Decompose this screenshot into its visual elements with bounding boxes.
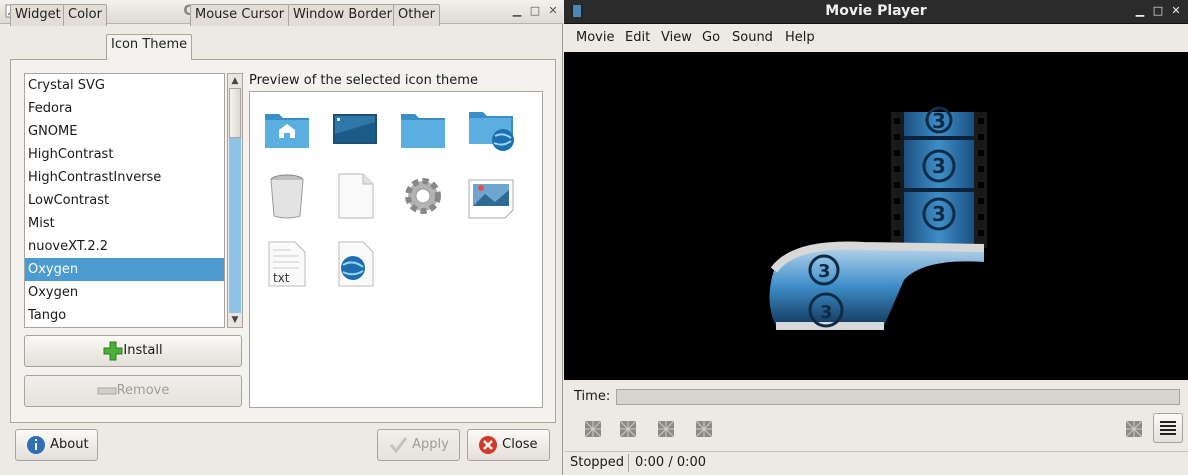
statusbar: Stopped 0:00 / 0:00 [564,451,1188,475]
folder-icon [401,114,445,148]
plus-icon [103,341,123,360]
list-item[interactable]: nuoveXT.2.2 [25,235,224,258]
fullscreen-icon[interactable] [695,420,713,438]
titlebar[interactable]: Movie Player ▁ □ ✕ [564,0,1188,24]
apply-button[interactable]: Apply [377,429,460,461]
install-button[interactable]: Install [24,335,242,367]
tab-color[interactable]: Color [63,4,107,26]
seek-slider[interactable] [616,389,1180,405]
remove-button[interactable]: Remove [24,375,242,407]
menu-movie[interactable]: Movie [576,30,614,45]
list-item[interactable]: Mist [25,212,224,235]
list-item[interactable]: Tango [25,304,224,327]
status-text: Stopped [570,455,625,470]
svg-text:3: 3 [932,154,946,178]
menu-edit[interactable]: Edit [625,30,650,45]
web-file-icon [338,241,374,287]
tab-other[interactable]: Other [393,4,440,26]
close-window-button[interactable]: ✕ [1168,3,1184,19]
playlist-button[interactable] [1153,413,1183,443]
theme-list[interactable]: Crystal SVG Fedora GNOME HighContrast Hi… [24,73,225,328]
list-item[interactable]: GNOME [25,120,224,143]
svg-text:3: 3 [820,302,833,323]
install-label: Install [123,343,163,358]
tab-widget[interactable]: Widget [10,4,66,26]
maximize-button[interactable]: □ [1150,3,1166,19]
close-icon [479,435,497,454]
next-icon[interactable] [657,420,675,438]
remove-label: Remove [116,383,170,398]
scroll-thumb[interactable] [229,88,241,138]
play-icon[interactable] [619,420,637,438]
tab-mouse-cursor[interactable]: Mouse Cursor [190,4,290,26]
list-item[interactable]: Oxygen [25,281,224,304]
previous-icon[interactable] [584,420,602,438]
menubar: Movie Edit View Go Sound Help [564,25,1188,52]
network-folder-icon [469,112,514,151]
list-item[interactable]: HighContrast [25,143,224,166]
time-display: 0:00 / 0:00 [635,455,707,470]
list-scrollbar[interactable]: ▲ ▼ [227,73,243,328]
desktop-icon [333,114,377,144]
maximize-button[interactable]: □ [527,3,543,19]
image-file-icon [468,179,514,219]
svg-text:3: 3 [932,109,946,133]
scroll-track[interactable] [229,138,241,313]
settings-icon [405,178,441,214]
list-item[interactable]: LowContrast [25,189,224,212]
tab-icon-theme[interactable]: Icon Theme [106,34,193,60]
customize-window: Customize Look and Feel ▁ □ ✕ Widget Col… [0,0,563,475]
menu-view[interactable]: View [661,30,692,45]
menu-help[interactable]: Help [785,30,815,45]
tab-window-border[interactable]: Window Border [288,4,397,26]
checkmark-icon [389,436,408,453]
svg-text:3: 3 [818,261,831,282]
apply-label: Apply [412,437,449,452]
home-folder-icon [265,114,309,148]
trash-icon [270,174,304,219]
txt-file-icon: txt [268,241,306,287]
minimize-button[interactable]: ▁ [1132,3,1148,19]
list-item[interactable]: Crystal SVG [25,74,224,97]
text-file-icon [338,173,374,219]
svg-text:txt: txt [273,271,290,285]
menu-go[interactable]: Go [702,30,720,45]
icon-preview: txt [249,91,543,408]
info-icon [27,435,45,454]
close-window-button[interactable]: ✕ [545,3,561,19]
scroll-up-icon[interactable]: ▲ [228,74,242,88]
minus-icon [97,387,117,394]
about-button[interactable]: About [15,429,98,461]
playlist-icon [1160,421,1176,435]
menu-sound[interactable]: Sound [732,30,773,45]
about-label: About [50,437,89,452]
close-label: Close [502,437,538,452]
status-divider [628,454,629,472]
minimize-button[interactable]: ▁ [509,3,525,19]
list-item[interactable]: Fedora [25,97,224,120]
preview-label: Preview of the selected icon theme [249,73,478,88]
list-item[interactable]: HighContrastInverse [25,166,224,189]
volume-icon[interactable] [1125,420,1143,438]
video-area[interactable]: 3 3 3 3 3 [564,52,1188,380]
list-item-selected[interactable]: Oxygen [25,258,224,281]
film-reel-logo: 3 3 3 3 3 [769,106,987,330]
close-button[interactable]: Close [467,429,550,461]
scroll-down-icon[interactable]: ▼ [228,313,242,327]
window-title: Movie Player [825,3,927,19]
svg-text:3: 3 [932,202,946,226]
time-label: Time: [574,389,611,404]
movie-player-window: Movie Player ▁ □ ✕ Movie Edit View Go So… [564,0,1188,475]
